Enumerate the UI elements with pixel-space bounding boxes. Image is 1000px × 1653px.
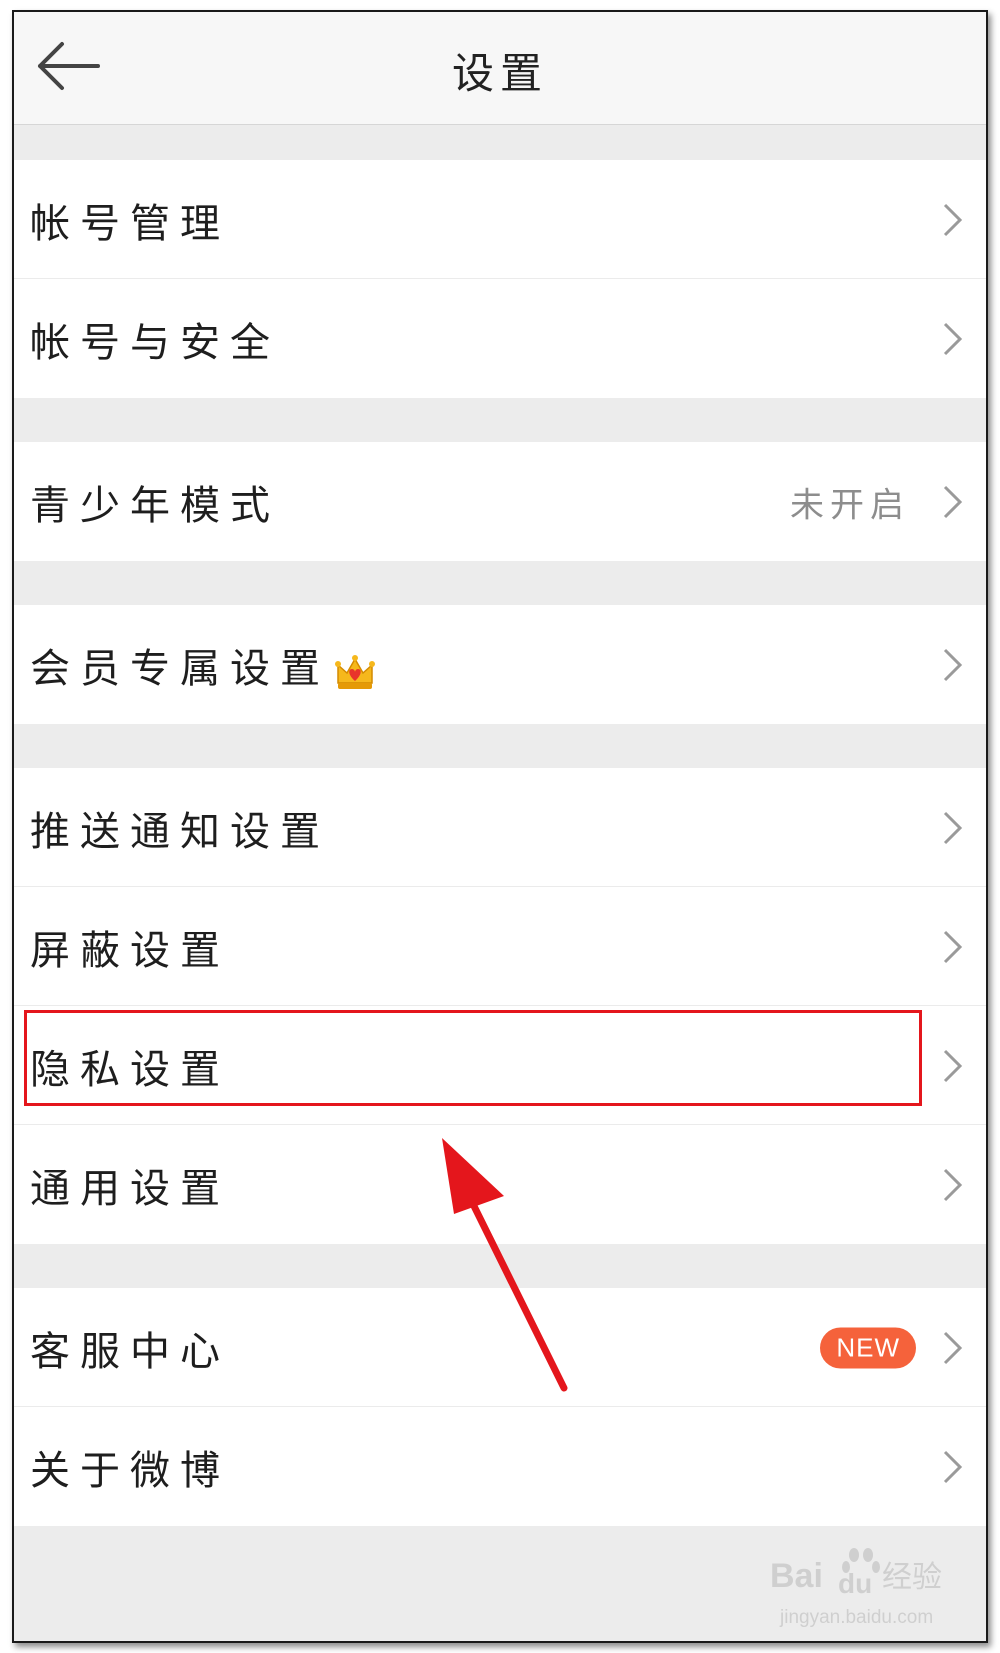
settings-item-about-weibo[interactable]: 关于微博 — [14, 1407, 986, 1526]
chevron-right-icon — [943, 648, 963, 681]
chevron-right-icon — [943, 811, 963, 844]
settings-item-label: 隐私设置 — [30, 1046, 230, 1093]
watermark-paw-text: du — [838, 1568, 872, 1599]
settings-item-label: 青少年模式 — [30, 482, 280, 529]
settings-item-label: 关于微博 — [30, 1447, 230, 1494]
settings-item-block-settings[interactable]: 屏蔽设置 — [14, 887, 986, 1006]
chevron-right-icon — [943, 1168, 963, 1201]
settings-item-general[interactable]: 通用设置 — [14, 1125, 986, 1244]
settings-item-account-security[interactable]: 帐号与安全 — [14, 279, 986, 398]
chevron-right-icon — [943, 1049, 963, 1082]
chevron-right-icon — [943, 1450, 963, 1483]
settings-item-label: 客服中心 — [30, 1328, 230, 1375]
settings-item-privacy[interactable]: 隐私设置 — [14, 1006, 986, 1125]
settings-item-vip-settings[interactable]: 会员专属设置 — [14, 605, 986, 724]
settings-item-label: 帐号管理 — [30, 200, 230, 247]
page-title: 设置 — [451, 49, 548, 98]
chevron-right-icon — [943, 203, 963, 236]
settings-item-label: 帐号与安全 — [30, 319, 280, 366]
crown-icon — [335, 654, 375, 689]
settings-item-label: 会员专属设置 — [30, 636, 376, 694]
settings-item-teen-mode[interactable]: 青少年模式 未开启 — [14, 442, 986, 561]
nav-bar: 设置 — [14, 12, 986, 125]
baidu-jingyan-watermark: Bai du 经验 jingyan.baidu.com — [770, 1548, 942, 1628]
chevron-right-icon — [943, 322, 963, 355]
settings-screen: 设置 帐号管理 帐号与安全 青少年模式 未开启 会员专属设置 推送通知设置 屏蔽… — [12, 10, 988, 1643]
chevron-right-icon — [943, 1331, 963, 1364]
settings-item-label: 屏蔽设置 — [30, 927, 230, 974]
new-badge: NEW — [820, 1327, 916, 1368]
settings-item-account-management[interactable]: 帐号管理 — [14, 160, 986, 279]
watermark-brand: Bai — [770, 1557, 823, 1595]
teen-mode-status: 未开启 — [790, 485, 910, 525]
watermark-url: jingyan.baidu.com — [779, 1607, 933, 1628]
watermark-cn: 经验 — [882, 1561, 942, 1594]
settings-item-label: 推送通知设置 — [30, 808, 330, 855]
settings-item-label: 通用设置 — [30, 1165, 230, 1212]
settings-item-push-notifications[interactable]: 推送通知设置 — [14, 768, 986, 887]
vip-label-text: 会员专属设置 — [30, 645, 330, 692]
chevron-right-icon — [943, 930, 963, 963]
settings-item-customer-service[interactable]: 客服中心 NEW — [14, 1288, 986, 1407]
chevron-right-icon — [943, 485, 963, 518]
